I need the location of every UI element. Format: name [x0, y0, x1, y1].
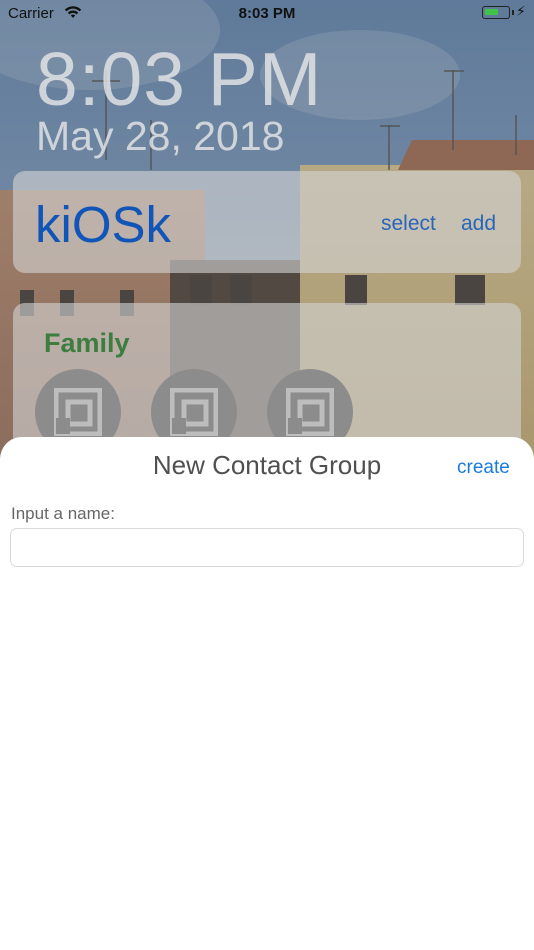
app-brand-title: kiOSk [35, 196, 172, 253]
app-header-card: kiOSk select add [13, 171, 521, 273]
sheet-title: New Contact Group [152, 450, 382, 480]
new-group-sheet: New Contact Group create Input a name: [0, 437, 534, 950]
add-button[interactable]: add [461, 212, 496, 236]
lockscreen-time: 8:03 PM [36, 37, 323, 121]
bolt-icon: ⚡ [516, 3, 526, 19]
select-button[interactable]: select [381, 212, 436, 236]
group-name: Family [44, 328, 130, 358]
contact-placeholder-icon [286, 388, 334, 436]
create-button[interactable]: create [457, 457, 510, 479]
group-name-input[interactable] [10, 528, 524, 567]
contact-placeholder-icon [170, 388, 218, 436]
status-bar: Carrier 8:03 PM ⚡ [0, 0, 534, 28]
status-time: 8:03 PM [238, 5, 296, 22]
name-field-label: Input a name: [11, 504, 115, 523]
contact-placeholder-icon [54, 388, 102, 436]
battery-icon [482, 6, 514, 19]
lockscreen-date: May 28, 2018 [36, 113, 285, 159]
